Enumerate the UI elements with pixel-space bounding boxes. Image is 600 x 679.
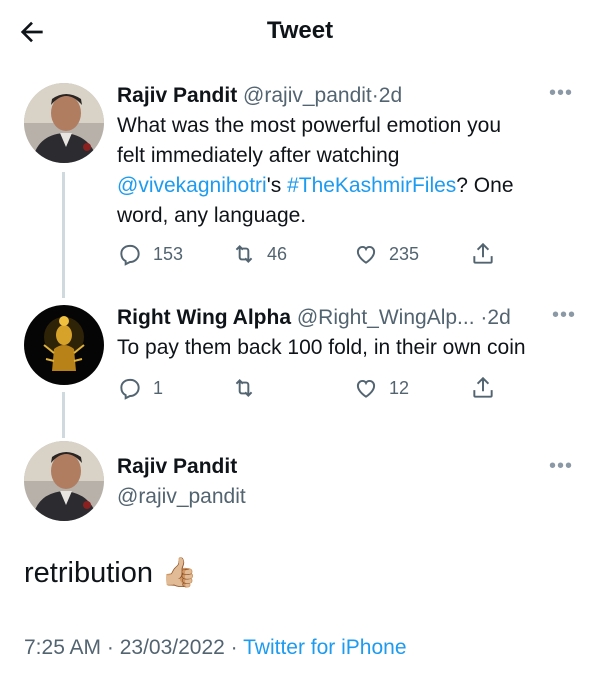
more-options-icon[interactable]: ••• bbox=[549, 455, 573, 478]
tweet-text-line: To pay them back 100 fold, in their own … bbox=[117, 336, 526, 359]
tweet-text-line: felt immediately after watching bbox=[117, 144, 400, 167]
tweet-age[interactable]: 2d bbox=[487, 306, 510, 329]
share-button[interactable] bbox=[470, 375, 496, 401]
reply-button[interactable]: 1 bbox=[117, 375, 163, 401]
tweet-text-fragment: ? One bbox=[456, 174, 514, 197]
like-count: 12 bbox=[389, 377, 410, 398]
reply-count: 153 bbox=[153, 243, 184, 264]
author-name[interactable]: Right Wing Alpha bbox=[117, 306, 291, 329]
retweet-icon bbox=[235, 245, 253, 263]
profile-photo bbox=[24, 305, 104, 385]
more-options-icon[interactable]: ••• bbox=[552, 304, 576, 327]
retweet-button[interactable]: 46 bbox=[231, 241, 287, 267]
retweet-count: 46 bbox=[267, 243, 288, 264]
page-title: Tweet bbox=[266, 17, 334, 44]
more-options-icon[interactable]: ••• bbox=[549, 82, 573, 105]
reply-icon bbox=[120, 378, 140, 400]
author-name[interactable]: Rajiv Pandit bbox=[117, 455, 237, 478]
like-count: 235 bbox=[389, 243, 420, 264]
like-button[interactable]: 235 bbox=[353, 241, 419, 267]
avatar[interactable] bbox=[24, 441, 104, 521]
separator-dot: · bbox=[371, 84, 379, 107]
hashtag-link[interactable]: #TheKashmirFiles bbox=[287, 174, 456, 197]
author-handle[interactable]: @rajiv_pandit bbox=[243, 84, 372, 107]
reply-count: 1 bbox=[153, 377, 164, 398]
like-button[interactable]: 12 bbox=[353, 375, 409, 401]
avatar[interactable] bbox=[24, 83, 104, 163]
share-icon bbox=[473, 242, 493, 264]
tweet-text-line: What was the most powerful emotion you bbox=[117, 114, 502, 137]
author-handle[interactable]: @rajiv_pandit bbox=[117, 485, 246, 508]
main-tweet-text: retribution bbox=[24, 557, 153, 589]
heart-icon bbox=[356, 245, 376, 264]
author-name[interactable]: Rajiv Pandit bbox=[117, 84, 237, 107]
reply-button[interactable]: 153 bbox=[117, 241, 183, 267]
retweet-icon bbox=[235, 379, 253, 397]
retweet-button[interactable] bbox=[231, 375, 267, 401]
tweet-age[interactable]: 2d bbox=[379, 84, 402, 107]
heart-icon bbox=[356, 379, 376, 398]
share-icon bbox=[473, 376, 493, 398]
share-button[interactable] bbox=[470, 241, 496, 267]
profile-photo bbox=[24, 441, 104, 521]
thumbs-up-icon: 👍🏼 bbox=[161, 557, 198, 589]
avatar[interactable] bbox=[24, 305, 104, 385]
profile-photo bbox=[24, 83, 104, 163]
tweet-text-line: word, any language. bbox=[117, 204, 307, 227]
reply-icon bbox=[120, 244, 140, 266]
tweet-timestamp[interactable]: 7:25 AM · 23/03/2022 · bbox=[24, 636, 243, 659]
mention-link[interactable]: @vivekagnihotri bbox=[117, 174, 267, 197]
source-link[interactable]: Twitter for iPhone bbox=[243, 636, 406, 659]
author-handle[interactable]: @Right_WingAlp... bbox=[297, 306, 475, 329]
thread-connector bbox=[62, 392, 65, 438]
thread-connector bbox=[62, 172, 65, 298]
tweet-text-fragment: 's bbox=[266, 174, 288, 197]
